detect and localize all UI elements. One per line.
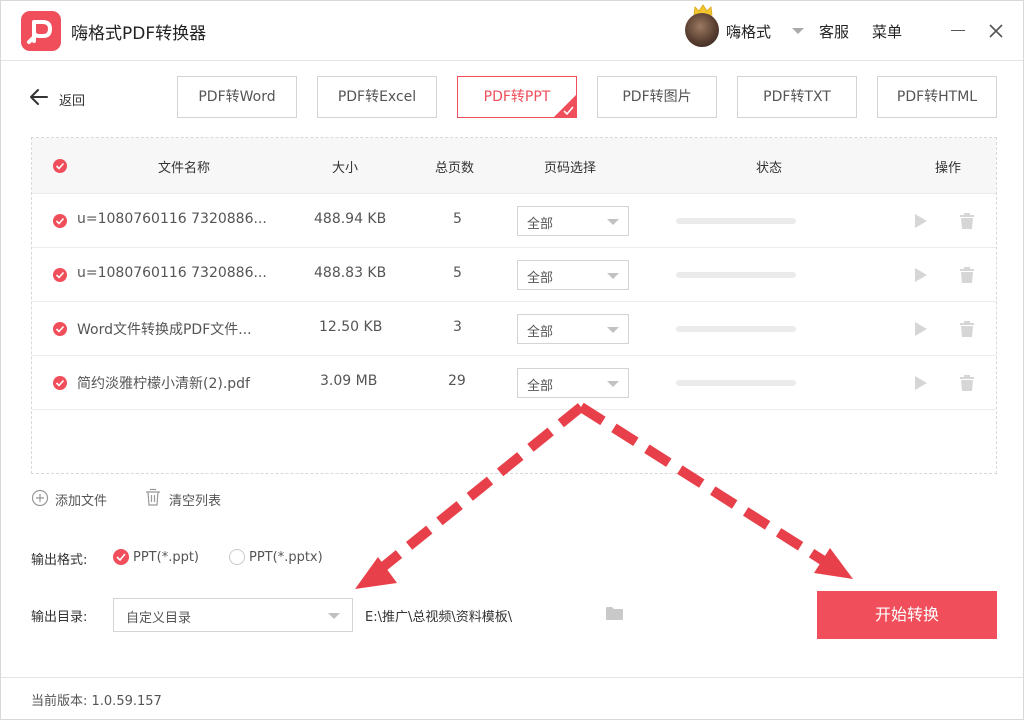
file-name: 简约淡雅柠檬小清新(2).pdf <box>77 376 250 392</box>
tab-label: PDF转PPT <box>483 89 551 105</box>
annotation-arrow-right-head <box>814 548 853 579</box>
table-row: 简约淡雅柠檬小清新(2).pdf 3.09 MB 29 全部 <box>32 356 996 410</box>
page-count: 29 <box>448 373 466 389</box>
header-size: 大小 <box>332 161 359 176</box>
header-page-range: 页码选择 <box>544 161 597 176</box>
format-pptx-radio[interactable] <box>229 549 245 565</box>
header-status: 状态 <box>756 161 783 176</box>
format-pptx-label[interactable]: PPT(*.pptx) <box>249 550 323 565</box>
header-pages: 总页数 <box>435 161 475 176</box>
table-row: Word文件转换成PDF文件... 12.50 KB 3 全部 <box>32 302 996 356</box>
back-arrow-icon <box>30 89 48 105</box>
service-button[interactable]: 客服 <box>819 21 849 42</box>
start-convert-button[interactable]: 开始转换 <box>817 591 997 639</box>
close-icon[interactable] <box>988 23 1004 39</box>
annotation-arrow-left-head <box>355 557 397 589</box>
table-row: u=1080760116 7320886... 488.94 KB 5 全部 <box>32 194 996 248</box>
chevron-down-icon <box>328 613 340 619</box>
title-bar: 嗨格式PDF转换器 嗨格式 客服 菜单 <box>1 1 1023 61</box>
minimize-icon[interactable] <box>951 30 965 31</box>
folder-icon[interactable] <box>605 606 624 621</box>
trash-icon[interactable] <box>959 374 975 392</box>
chevron-down-icon <box>607 273 619 279</box>
output-dir-value: 自定义目录 <box>126 611 192 626</box>
add-file-label: 添加文件 <box>55 494 108 509</box>
select-all-checkbox[interactable] <box>53 159 67 173</box>
file-name: u=1080760116 7320886... <box>77 265 267 281</box>
page-range-value: 全部 <box>527 379 554 394</box>
file-size: 488.83 KB <box>314 265 387 281</box>
pdf-logo-icon <box>21 11 61 51</box>
page-range-value: 全部 <box>527 217 554 232</box>
page-count: 3 <box>453 319 462 335</box>
file-name: Word文件转换成PDF文件... <box>77 322 252 338</box>
file-name: u=1080760116 7320886... <box>77 211 267 227</box>
chevron-down-icon <box>607 219 619 225</box>
tab-pdf-to-excel[interactable]: PDF转Excel <box>317 76 437 118</box>
trash-icon <box>146 488 160 506</box>
output-format-label: 输出格式: <box>31 553 88 568</box>
tab-pdf-to-word[interactable]: PDF转Word <box>177 76 297 118</box>
table-row: u=1080760116 7320886... 488.83 KB 5 全部 <box>32 248 996 302</box>
plus-circle-icon <box>31 489 49 507</box>
page-range-select[interactable]: 全部 <box>517 206 629 236</box>
check-icon <box>553 94 577 118</box>
tab-pdf-to-image[interactable]: PDF转图片 <box>597 76 717 118</box>
progress-bar <box>676 272 796 278</box>
app-window: 嗨格式PDF转换器 嗨格式 客服 菜单 返回 PDF转Word PDF转Exce… <box>0 0 1024 720</box>
play-icon[interactable] <box>914 213 928 229</box>
progress-bar <box>676 218 796 224</box>
menu-button[interactable]: 菜单 <box>872 21 902 42</box>
avatar[interactable] <box>685 13 719 47</box>
header-action: 操作 <box>935 161 962 176</box>
progress-bar <box>676 326 796 332</box>
progress-bar <box>676 380 796 386</box>
play-icon[interactable] <box>914 267 928 283</box>
clear-list-label: 清空列表 <box>169 494 222 509</box>
app-title: 嗨格式PDF转换器 <box>71 24 207 44</box>
table-header: 文件名称 大小 总页数 页码选择 状态 操作 <box>32 138 996 194</box>
page-range-select[interactable]: 全部 <box>517 260 629 290</box>
file-table: 文件名称 大小 总页数 页码选择 状态 操作 u=1080760116 7320… <box>31 137 997 474</box>
page-range-select[interactable]: 全部 <box>517 314 629 344</box>
output-dir-path: E:\推广\总视频\资料模板\ <box>365 610 513 625</box>
page-range-value: 全部 <box>527 271 554 286</box>
tab-pdf-to-txt[interactable]: PDF转TXT <box>737 76 857 118</box>
row-checkbox[interactable] <box>53 376 67 390</box>
version-label: 当前版本: 1.0.59.157 <box>31 694 162 709</box>
tab-pdf-to-html[interactable]: PDF转HTML <box>877 76 997 118</box>
chevron-down-icon[interactable] <box>792 28 804 34</box>
page-range-value: 全部 <box>527 325 554 340</box>
tab-pdf-to-ppt[interactable]: PDF转PPT <box>457 76 577 118</box>
username[interactable]: 嗨格式 <box>726 21 771 42</box>
page-range-select[interactable]: 全部 <box>517 368 629 398</box>
page-count: 5 <box>453 265 462 281</box>
file-size: 12.50 KB <box>319 319 383 335</box>
footer: 当前版本: 1.0.59.157 <box>1 677 1023 719</box>
page-count: 5 <box>453 211 462 227</box>
back-button[interactable]: 返回 <box>29 87 109 109</box>
format-ppt-label[interactable]: PPT(*.ppt) <box>133 550 199 565</box>
back-label: 返回 <box>59 94 86 109</box>
trash-icon[interactable] <box>959 212 975 230</box>
header-name: 文件名称 <box>158 161 211 176</box>
row-checkbox[interactable] <box>53 214 67 228</box>
format-ppt-radio[interactable] <box>113 549 129 565</box>
file-size: 488.94 KB <box>314 211 387 227</box>
chevron-down-icon <box>607 327 619 333</box>
row-checkbox[interactable] <box>53 322 67 336</box>
output-dir-label: 输出目录: <box>31 610 88 625</box>
trash-icon[interactable] <box>959 320 975 338</box>
chevron-down-icon <box>607 381 619 387</box>
row-checkbox[interactable] <box>53 268 67 282</box>
play-icon[interactable] <box>914 375 928 391</box>
output-dir-select[interactable]: 自定义目录 <box>113 598 353 632</box>
file-size: 3.09 MB <box>320 373 378 389</box>
trash-icon[interactable] <box>959 266 975 284</box>
play-icon[interactable] <box>914 321 928 337</box>
